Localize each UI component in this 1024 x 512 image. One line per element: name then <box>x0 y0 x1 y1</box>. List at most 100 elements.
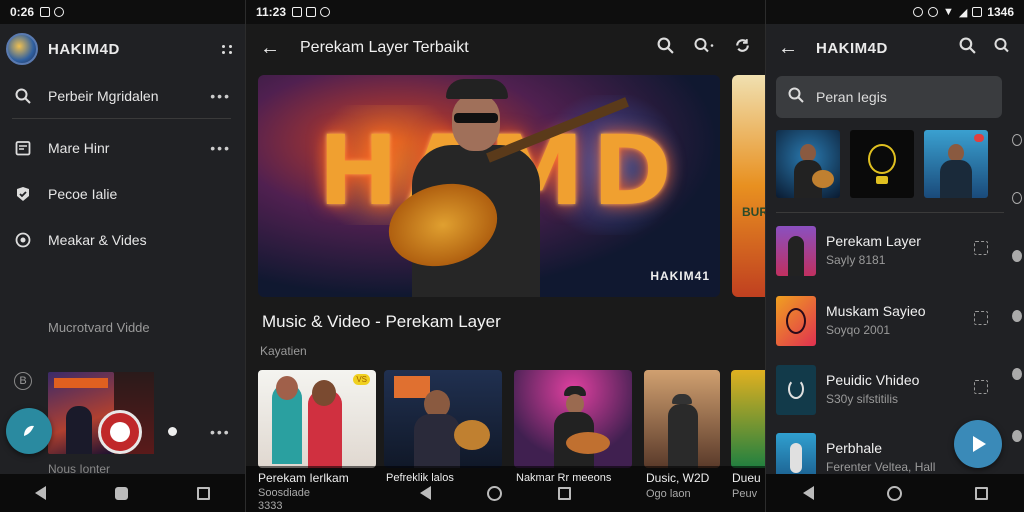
battery-status-icon <box>972 7 983 17</box>
list-item-subtitle: S30y sifstitilis <box>826 392 899 406</box>
indicator-dot <box>168 427 177 436</box>
page-title: Perekam Layer Terbaikt <box>300 39 469 56</box>
more-icon[interactable]: ••• <box>210 88 231 104</box>
card-title: Perekam Ierlkam <box>258 471 349 485</box>
divider <box>776 212 1004 213</box>
status-bar: ▼ ◢ 1346 <box>766 0 1024 24</box>
search-icon <box>788 87 804 108</box>
list-item-title: Perekam Layer <box>826 233 921 249</box>
divider <box>12 118 231 119</box>
sync-status-icon <box>320 7 331 17</box>
card-subtitle2: 3333 <box>258 500 283 512</box>
app-title: HAKIM4D <box>816 39 888 57</box>
nav-back-icon[interactable] <box>34 486 46 500</box>
edge-shortcut-icon[interactable] <box>1012 134 1022 146</box>
coin-icon: B <box>14 372 32 390</box>
refresh-icon[interactable] <box>734 37 751 59</box>
drawer-item-pecoe[interactable]: Pecoe Ialie <box>0 172 245 216</box>
search-placeholder: Peran Iegis <box>816 89 887 105</box>
next-banner-peek[interactable]: BUR <box>732 75 765 297</box>
card-subtitle: Peuv <box>732 488 758 500</box>
list-item[interactable]: Muskam Sayieo Soyqo 2001 <box>766 289 1006 353</box>
status-time: 11:23 <box>256 5 287 19</box>
record-button[interactable] <box>98 410 142 454</box>
search-icon[interactable] <box>959 37 976 59</box>
list-item-subtitle: Ferenter Veltea, Hall <box>826 460 936 474</box>
drawer-header: HAKIM4D <box>0 24 245 74</box>
back-arrow-icon[interactable]: ← <box>260 37 280 60</box>
section-title: Music & Video - Perekam Layer <box>262 312 501 331</box>
featured-tile[interactable] <box>850 130 914 198</box>
media-card-partial[interactable] <box>731 370 765 468</box>
drawer-item-label: Pecoe Ialie <box>48 186 118 202</box>
more-icon[interactable]: ••• <box>210 424 231 440</box>
list-item[interactable]: Peuidic Vhideo S30y sifstitilis <box>766 358 1006 422</box>
status-bar: 11:23 <box>246 0 765 24</box>
search-options-icon[interactable] <box>694 37 714 59</box>
nav-recents-icon[interactable] <box>197 486 211 500</box>
calendar-icon <box>14 139 32 157</box>
queue-icon[interactable] <box>974 241 988 255</box>
app-title: HAKIM4D <box>48 40 120 58</box>
top-app-bar: ← Perekam Layer Terbaikt <box>246 24 765 72</box>
list-item-title: Peuidic Vhideo <box>826 372 920 388</box>
signal-status-icon: ◢ <box>958 6 968 19</box>
section-caption: Mucrotvard Vidde <box>48 320 150 335</box>
card-badge: VS <box>353 374 370 385</box>
nav-back-icon[interactable] <box>802 486 814 500</box>
queue-icon[interactable] <box>974 380 988 394</box>
sync-status-icon <box>54 7 65 17</box>
grid-menu-icon[interactable] <box>222 44 233 54</box>
featured-tile[interactable] <box>924 130 988 198</box>
search-options-icon[interactable] <box>994 37 1012 59</box>
location-icon[interactable] <box>1012 368 1022 380</box>
media-card[interactable] <box>514 370 632 468</box>
media-card[interactable] <box>644 370 720 468</box>
edge-shortcut-icon[interactable] <box>1012 250 1022 262</box>
radio-icon <box>14 231 32 249</box>
search-icon <box>14 87 32 105</box>
gallery-status-icon <box>40 7 51 17</box>
check-badge-icon <box>14 185 32 203</box>
avatar[interactable] <box>6 33 38 65</box>
nav-home-icon[interactable] <box>114 486 128 500</box>
search-input[interactable]: Peran Iegis <box>776 76 1002 118</box>
edge-shortcut-icon[interactable] <box>1012 192 1022 204</box>
media-card[interactable]: VS <box>258 370 376 468</box>
heart-icon[interactable] <box>1012 310 1022 322</box>
drawer-item-meakar[interactable]: Meakar & Vides <box>0 218 245 262</box>
main-content-panel: 11:23 ← Perekam Layer Terbaikt HAMD HAKI… <box>245 0 765 512</box>
system-nav-bar <box>766 474 1024 512</box>
app-fab-button[interactable] <box>6 408 52 454</box>
search-panel: ▼ ◢ 1346 ← HAKIM4D Peran Iegis Perekam L… <box>765 0 1024 512</box>
list-item[interactable]: Perekam Layer Sayly 8181 <box>766 219 1006 283</box>
more-icon[interactable]: ••• <box>210 140 231 156</box>
system-nav-bar <box>0 474 245 512</box>
drawer-item-label: Perbeir Mgridalen <box>48 88 159 104</box>
nav-back-icon[interactable] <box>420 486 431 500</box>
nav-home-icon[interactable] <box>886 485 902 501</box>
queue-icon[interactable] <box>974 311 988 325</box>
card-subtitle: Ogo laon <box>646 488 691 500</box>
hero-watermark: HAKIM41 <box>650 269 710 283</box>
nav-recents-icon[interactable] <box>558 486 571 500</box>
status-time: 1346 <box>987 5 1014 19</box>
wifi-status-icon: ▼ <box>942 6 954 18</box>
list-item-subtitle: Sayly 8181 <box>826 253 886 267</box>
nav-home-icon[interactable] <box>487 485 502 501</box>
play-fab-button[interactable] <box>954 420 1002 468</box>
list-item-title: Muskam Sayieo <box>826 303 926 319</box>
search-icon[interactable] <box>657 37 674 59</box>
peek-label: BUR <box>742 205 765 219</box>
drawer-item-mare[interactable]: Mare Hinr ••• <box>0 126 245 170</box>
hero-banner[interactable]: HAMD HAKIM41 <box>258 75 720 297</box>
heart-icon[interactable] <box>1012 430 1022 442</box>
drawer-item-label: Mare Hinr <box>48 140 110 156</box>
list-item-title: Perbhale <box>826 440 883 456</box>
featured-tile[interactable] <box>776 130 840 198</box>
back-arrow-icon[interactable]: ← <box>778 37 798 60</box>
gallery-status-icon <box>306 7 317 17</box>
nav-recents-icon[interactable] <box>974 486 988 500</box>
media-card[interactable] <box>384 370 502 468</box>
drawer-item-search[interactable]: Perbeir Mgridalen ••• <box>0 74 245 118</box>
